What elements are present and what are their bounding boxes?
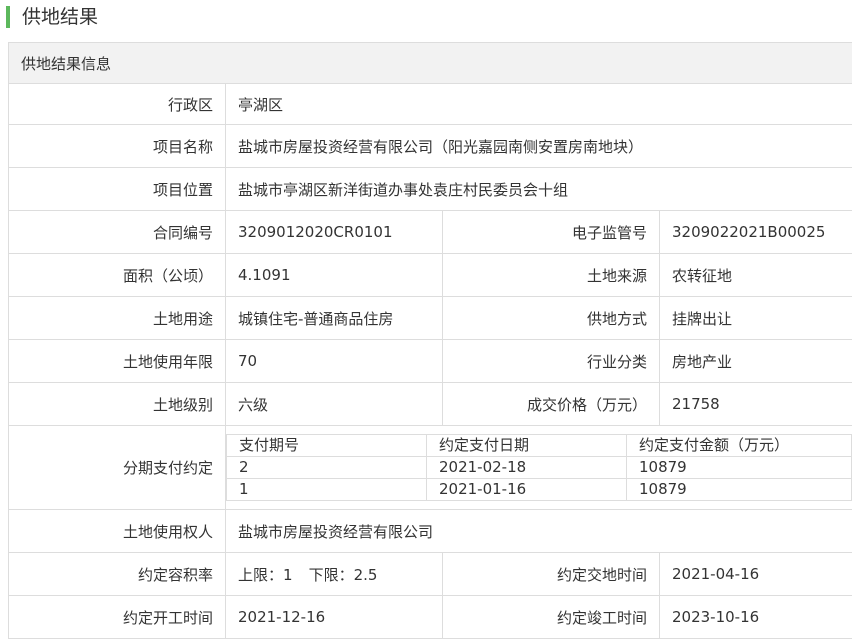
area-value: 4.1091 xyxy=(226,254,443,297)
table-row: 约定容积率 上限：1 下限：2.5 约定交地时间 2021-04-16 xyxy=(9,553,852,596)
page-title: 供地结果 xyxy=(22,4,98,30)
industry-label: 行业分类 xyxy=(443,340,660,383)
plot-ratio-lower-label: 下限： xyxy=(309,566,354,584)
land-use-label: 土地用途 xyxy=(9,297,226,340)
contract-no-label: 合同编号 xyxy=(9,211,226,254)
project-name-value: 盐城市房屋投资经营有限公司（阳光嘉园南侧安置房南地块） xyxy=(226,125,852,168)
e-supervision-no-label: 电子监管号 xyxy=(443,211,660,254)
completion-time-label: 约定竣工时间 xyxy=(443,596,660,639)
district-value: 亭湖区 xyxy=(226,84,852,125)
delivery-time-label: 约定交地时间 xyxy=(443,553,660,596)
installment-date: 2021-02-18 xyxy=(427,457,627,479)
table-row: 土地使用权人 盐城市房屋投资经营有限公司 xyxy=(9,510,852,553)
start-time-value: 2021-12-16 xyxy=(226,596,443,639)
table-row: 约定开工时间 2021-12-16 约定竣工时间 2023-10-16 xyxy=(9,596,852,639)
installment-row: 2 2021-02-18 10879 xyxy=(227,457,852,479)
table-row: 项目位置 盐城市亭湖区新洋街道办事处袁庄村民委员会十组 xyxy=(9,168,852,211)
installment-amount: 10879 xyxy=(627,457,852,479)
table-row: 分期支付约定 支付期号 约定支付日期 约定支付金额（万元） 2 2021-02-… xyxy=(9,426,852,510)
plot-ratio-lower-value: 2.5 xyxy=(354,566,378,584)
plot-ratio-value: 上限：1 下限：2.5 xyxy=(226,553,443,596)
page-header: 供地结果 xyxy=(0,0,852,36)
installment-date: 2021-01-16 xyxy=(427,479,627,501)
table-row: 行政区 亭湖区 xyxy=(9,84,852,125)
land-grade-label: 土地级别 xyxy=(9,383,226,426)
installment-no-header: 支付期号 xyxy=(227,435,427,457)
installments-header-row: 支付期号 约定支付日期 约定支付金额（万元） xyxy=(227,435,852,457)
start-time-label: 约定开工时间 xyxy=(9,596,226,639)
plot-ratio-upper-value: 1 xyxy=(283,566,293,584)
use-years-value: 70 xyxy=(226,340,443,383)
land-user-label: 土地使用权人 xyxy=(9,510,226,553)
supply-method-label: 供地方式 xyxy=(443,297,660,340)
land-source-value: 农转征地 xyxy=(660,254,852,297)
installment-amount: 10879 xyxy=(627,479,852,501)
table-row: 土地使用年限 70 行业分类 房地产业 xyxy=(9,340,852,383)
installments-label: 分期支付约定 xyxy=(9,426,226,510)
delivery-time-value: 2021-04-16 xyxy=(660,553,852,596)
table-row: 项目名称 盐城市房屋投资经营有限公司（阳光嘉园南侧安置房南地块） xyxy=(9,125,852,168)
installments-cell: 支付期号 约定支付日期 约定支付金额（万元） 2 2021-02-18 1087… xyxy=(226,426,852,510)
installment-no: 2 xyxy=(227,457,427,479)
land-user-value: 盐城市房屋投资经营有限公司 xyxy=(226,510,852,553)
title-accent-bar xyxy=(6,6,10,28)
table-row: 面积（公顷） 4.1091 土地来源 农转征地 xyxy=(9,254,852,297)
supply-method-value: 挂牌出让 xyxy=(660,297,852,340)
installment-amount-header: 约定支付金额（万元） xyxy=(627,435,852,457)
installment-no: 1 xyxy=(227,479,427,501)
contract-no-value: 3209012020CR0101 xyxy=(226,211,443,254)
deal-price-label: 成交价格（万元） xyxy=(443,383,660,426)
project-location-value: 盐城市亭湖区新洋街道办事处袁庄村民委员会十组 xyxy=(226,168,852,211)
land-source-label: 土地来源 xyxy=(443,254,660,297)
installment-date-header: 约定支付日期 xyxy=(427,435,627,457)
area-label: 面积（公顷） xyxy=(9,254,226,297)
installments-table: 支付期号 约定支付日期 约定支付金额（万元） 2 2021-02-18 1087… xyxy=(226,434,852,501)
project-location-label: 项目位置 xyxy=(9,168,226,211)
district-label: 行政区 xyxy=(9,84,226,125)
table-row: 土地用途 城镇住宅-普通商品住房 供地方式 挂牌出让 xyxy=(9,297,852,340)
deal-price-value: 21758 xyxy=(660,383,852,426)
table-row: 土地级别 六级 成交价格（万元） 21758 xyxy=(9,383,852,426)
installment-row: 1 2021-01-16 10879 xyxy=(227,479,852,501)
supply-result-table: 供地结果信息 行政区 亭湖区 项目名称 盐城市房屋投资经营有限公司（阳光嘉园南侧… xyxy=(8,42,852,639)
project-name-label: 项目名称 xyxy=(9,125,226,168)
plot-ratio-label: 约定容积率 xyxy=(9,553,226,596)
industry-value: 房地产业 xyxy=(660,340,852,383)
use-years-label: 土地使用年限 xyxy=(9,340,226,383)
completion-time-value: 2023-10-16 xyxy=(660,596,852,639)
e-supervision-no-value: 3209022021B00025 xyxy=(660,211,852,254)
table-row: 合同编号 3209012020CR0101 电子监管号 3209022021B0… xyxy=(9,211,852,254)
plot-ratio-upper-label: 上限： xyxy=(238,566,283,584)
land-use-value: 城镇住宅-普通商品住房 xyxy=(226,297,443,340)
section-title: 供地结果信息 xyxy=(9,43,852,84)
land-grade-value: 六级 xyxy=(226,383,443,426)
